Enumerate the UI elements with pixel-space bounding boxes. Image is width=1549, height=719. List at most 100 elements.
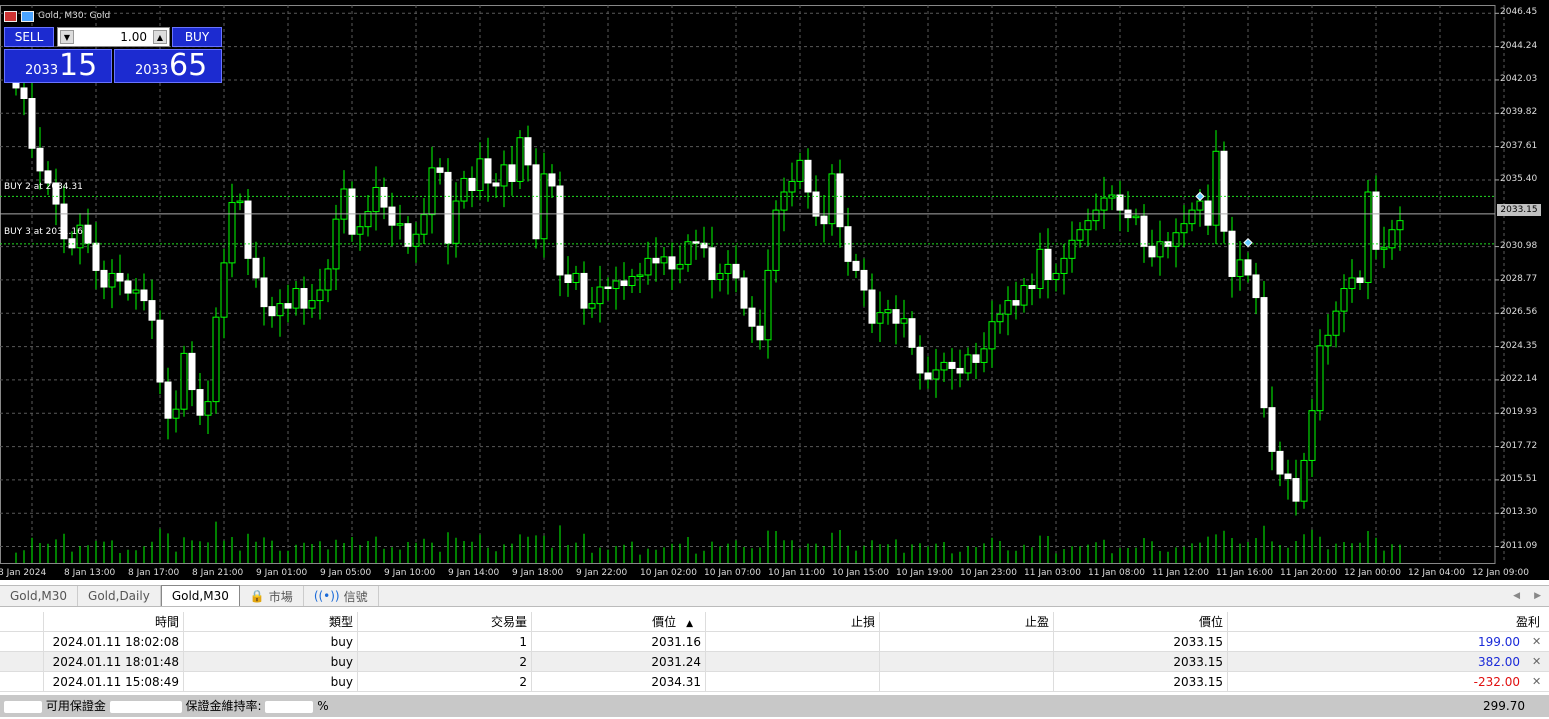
price-chart[interactable]: Gold, M30: Gold SELL ▼ 1.00 ▲ BUY 2033 1… (0, 0, 1549, 580)
time-tick: 10 Jan 11:00 (768, 568, 825, 578)
time-tick: 8 Jan 13:00 (64, 568, 116, 578)
chart-title-bar: Gold, M30: Gold (4, 9, 110, 23)
candle (60, 185, 68, 254)
sell-button[interactable]: SELL (4, 27, 54, 47)
candle (476, 142, 484, 201)
close-position-icon[interactable]: ✕ (1532, 635, 1541, 648)
scroll-left-icon[interactable]: ◀ (1513, 591, 1520, 601)
candle (372, 166, 380, 231)
candle (932, 348, 940, 398)
close-position-icon[interactable]: ✕ (1532, 655, 1541, 668)
price-tick: 2019.93 (1500, 407, 1538, 418)
candle (164, 367, 172, 440)
account-footer: 可用保證金 保證金維持率: % 299.70 (0, 695, 1549, 717)
tab-signals[interactable]: ((•)) 信號 (304, 586, 379, 606)
candle (988, 300, 996, 368)
candle (1276, 441, 1284, 487)
candle (700, 226, 708, 258)
scroll-right-icon[interactable]: ▶ (1534, 591, 1541, 601)
candle (340, 170, 348, 234)
candle (604, 277, 612, 301)
candle (1244, 252, 1252, 283)
candle (492, 173, 500, 199)
tab-label: Gold,M30 (10, 589, 68, 603)
candle (1036, 232, 1044, 299)
time-tick: 8 Jan 21:00 (192, 568, 244, 578)
candle (780, 177, 788, 232)
buy-entry-marker (1243, 237, 1253, 248)
candle (1164, 231, 1172, 259)
header-sl[interactable]: 止損 (706, 612, 880, 632)
candle (1356, 270, 1364, 291)
time-tick: 10 Jan 19:00 (896, 568, 953, 578)
current-price-label: 2033.15 (1497, 204, 1541, 216)
price-tick: 2039.82 (1500, 107, 1538, 118)
candle (1236, 241, 1244, 291)
maintenance-label: 保證金維持率: (185, 699, 262, 713)
sell-price-button[interactable]: 2033 15 (4, 48, 112, 83)
signal-icon: ((•)) (313, 589, 340, 603)
price-tick: 2046.45 (1500, 7, 1538, 18)
time-tick: 9 Jan 10:00 (384, 568, 436, 578)
candle (660, 247, 668, 275)
candle (676, 245, 684, 284)
header-time[interactable]: 時間 (44, 612, 184, 632)
candle (1068, 221, 1076, 273)
header-blank (0, 612, 44, 632)
candle (108, 259, 116, 309)
close-position-icon[interactable]: ✕ (1532, 675, 1541, 688)
candle (740, 270, 748, 316)
order-line-label[interactable]: BUY 3 at 2031.16 (4, 227, 83, 237)
time-tick: 10 Jan 07:00 (704, 568, 761, 578)
header-profit[interactable]: 盈利 (1228, 612, 1544, 632)
candle (1012, 281, 1020, 320)
candle (844, 207, 852, 276)
candle (404, 216, 412, 254)
candle (532, 148, 540, 249)
header-tp[interactable]: 止盈 (880, 612, 1054, 632)
candle (548, 164, 556, 199)
time-tick: 11 Jan 16:00 (1216, 568, 1273, 578)
candle (1100, 176, 1108, 229)
trade-table: 時間 類型 交易量 價位 ▲ 止損 止盈 價位 盈利 2024.01.11 18:… (0, 612, 1549, 692)
candle (52, 168, 60, 226)
time-tick: 11 Jan 12:00 (1152, 568, 1209, 578)
header-volume[interactable]: 交易量 (358, 612, 532, 632)
cell-sl (706, 652, 880, 672)
chart-title: Gold, M30: Gold (38, 11, 111, 21)
cell-volume: 2 (358, 672, 532, 692)
candle (620, 262, 628, 300)
candle (292, 280, 300, 316)
candle (1300, 452, 1308, 509)
candle (332, 204, 340, 291)
cell-blank (0, 632, 44, 652)
table-row[interactable]: 2024.01.11 15:08:49 buy 2 2034.31 2033.15 -23… (0, 672, 1549, 692)
lock-icon: 🔒 (249, 589, 265, 603)
tab-gold-daily[interactable]: Gold,Daily (78, 586, 161, 606)
candle (1140, 204, 1148, 263)
buy-price-button[interactable]: 2033 65 (114, 48, 222, 83)
tab-gold-m30-active[interactable]: Gold,M30 (160, 585, 240, 606)
candle (756, 309, 764, 350)
table-row[interactable]: 2024.01.11 18:01:48 buy 2 2031.24 2033.15 382… (0, 652, 1549, 672)
tab-market[interactable]: 🔒 市場 (240, 586, 304, 606)
time-tick: 11 Jan 20:00 (1280, 568, 1337, 578)
time-tick: 10 Jan 15:00 (832, 568, 889, 578)
volume-down-icon[interactable]: ▼ (60, 30, 74, 44)
candle (1252, 262, 1260, 315)
cell-type: buy (184, 632, 358, 652)
candle (596, 265, 604, 323)
order-line-label[interactable]: BUY 2 at 2034.31 (4, 182, 83, 192)
volume-input[interactable]: ▼ 1.00 ▲ (57, 27, 170, 47)
price-tick: 2042.03 (1500, 73, 1538, 84)
buy-button[interactable]: BUY (172, 27, 222, 47)
tab-gold-m30[interactable]: Gold,M30 (0, 586, 79, 606)
candle (252, 241, 260, 288)
header-price[interactable]: 價位 ▲ (532, 612, 706, 632)
header-type[interactable]: 類型 (184, 612, 358, 632)
volume-up-icon[interactable]: ▲ (153, 30, 167, 44)
table-row[interactable]: 2024.01.11 18:02:08 buy 1 2031.16 2033.15 199… (0, 632, 1549, 652)
candle (772, 200, 780, 283)
header-current[interactable]: 價位 (1054, 612, 1228, 632)
candle (1124, 191, 1132, 232)
